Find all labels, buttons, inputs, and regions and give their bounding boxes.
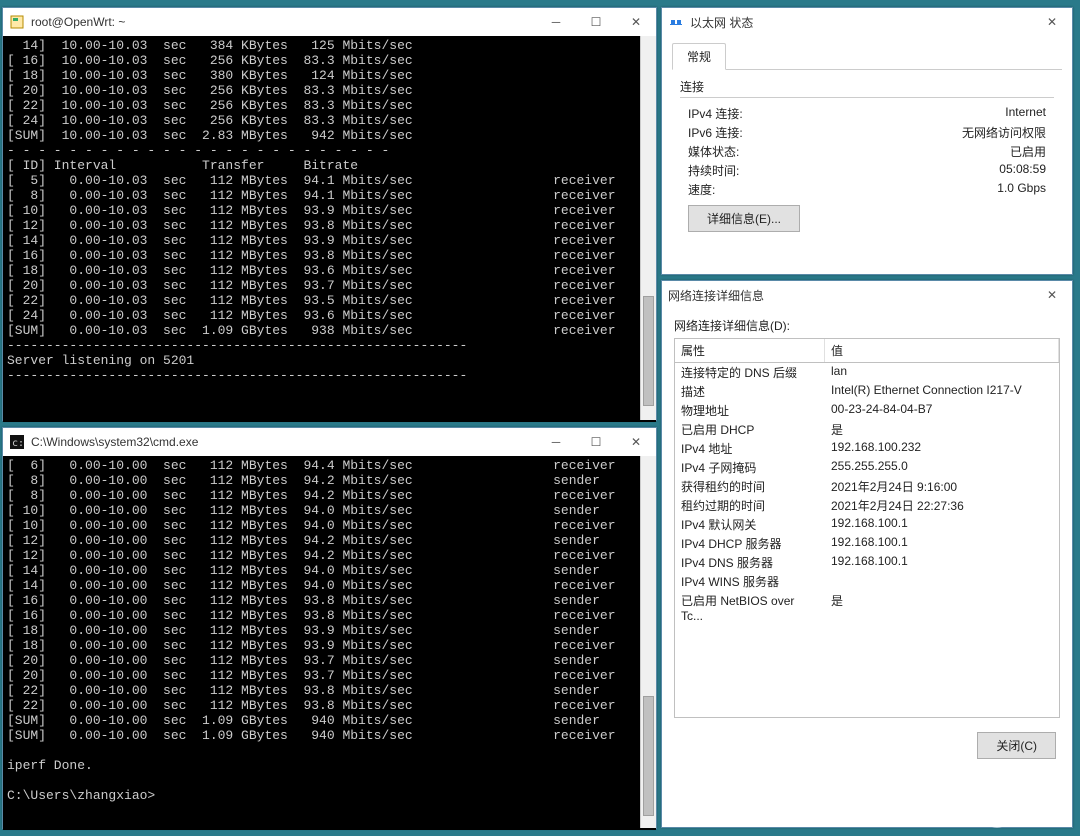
- status-row: IPv4 连接: Internet: [680, 104, 1054, 123]
- scroll-thumb[interactable]: [643, 296, 654, 406]
- table-header: 属性 值: [675, 339, 1059, 363]
- putty-title: root@OpenWrt: ~: [31, 15, 536, 29]
- status-row: 持续时间: 05:08:59: [680, 161, 1054, 180]
- cell-value: 192.168.100.232: [825, 440, 1059, 457]
- table-row[interactable]: IPv4 DNS 服务器192.168.100.1: [675, 553, 1059, 572]
- cell-property: IPv4 DNS 服务器: [675, 554, 825, 571]
- eth-titlebar[interactable]: 以太网 状态 ✕: [662, 8, 1072, 36]
- details-titlebar[interactable]: 网络连接详细信息 ✕: [662, 281, 1072, 309]
- putty-titlebar[interactable]: root@OpenWrt: ~ ─ ☐ ✕: [3, 8, 656, 36]
- cell-property: 连接特定的 DNS 后缀: [675, 364, 825, 381]
- watermark-icon: 值: [983, 800, 1011, 828]
- cmd-icon: c:\: [9, 434, 25, 450]
- details-label: 网络连接详细信息(D):: [674, 317, 1060, 334]
- network-icon: [668, 14, 684, 30]
- ethernet-status-dialog: 以太网 状态 ✕ 常规 连接 IPv4 连接: Internet IPv6 连接: 无…: [661, 7, 1073, 275]
- svg-text:c:\: c:\: [12, 438, 24, 449]
- status-key: 持续时间:: [688, 162, 739, 179]
- details-table[interactable]: 属性 值 连接特定的 DNS 后缀lan描述Intel(R) Ethernet …: [674, 338, 1060, 718]
- table-row[interactable]: 物理地址00-23-24-84-04-B7: [675, 401, 1059, 420]
- network-details-dialog: 网络连接详细信息 ✕ 网络连接详细信息(D): 属性 值 连接特定的 DNS 后…: [661, 280, 1073, 828]
- watermark: 值 什么值得买: [983, 800, 1072, 828]
- cmd-titlebar[interactable]: c:\ C:\Windows\system32\cmd.exe ─ ☐ ✕: [3, 428, 656, 456]
- putty-icon: [9, 14, 25, 30]
- close-button[interactable]: ✕: [616, 8, 656, 36]
- cell-property: IPv4 DHCP 服务器: [675, 535, 825, 552]
- col-value[interactable]: 值: [825, 339, 1059, 362]
- putty-window: root@OpenWrt: ~ ─ ☐ ✕ 14] 10.00-10.03 se…: [2, 7, 657, 421]
- watermark-text: 什么值得买: [1017, 806, 1072, 822]
- table-row[interactable]: IPv4 WINS 服务器: [675, 572, 1059, 591]
- table-row[interactable]: 描述Intel(R) Ethernet Connection I217-V: [675, 382, 1059, 401]
- cell-value: 192.168.100.1: [825, 535, 1059, 552]
- eth-title: 以太网 状态: [690, 14, 1032, 31]
- status-key: IPv4 连接:: [688, 105, 743, 122]
- cell-value: 是: [825, 421, 1059, 438]
- cell-property: IPv4 地址: [675, 440, 825, 457]
- maximize-button[interactable]: ☐: [576, 8, 616, 36]
- cmd-title: C:\Windows\system32\cmd.exe: [31, 435, 536, 449]
- status-value: 已启用: [1010, 143, 1046, 160]
- cell-property: 已启用 NetBIOS over Tc...: [675, 592, 825, 623]
- table-row[interactable]: 已启用 NetBIOS over Tc...是: [675, 591, 1059, 624]
- cell-property: IPv4 子网掩码: [675, 459, 825, 476]
- status-value: 无网络访问权限: [962, 124, 1046, 141]
- cell-value: 2021年2月24日 9:16:00: [825, 478, 1059, 495]
- cell-value: 192.168.100.1: [825, 516, 1059, 533]
- section-connection: 连接: [680, 78, 1054, 98]
- tab-general[interactable]: 常规: [672, 43, 726, 70]
- details-title: 网络连接详细信息: [668, 287, 1032, 304]
- table-row[interactable]: 连接特定的 DNS 后缀lan: [675, 363, 1059, 382]
- scrollbar[interactable]: [640, 36, 656, 420]
- cmd-terminal[interactable]: [ 6] 0.00-10.00 sec 112 MBytes 94.4 Mbit…: [3, 456, 656, 830]
- cell-property: IPv4 WINS 服务器: [675, 573, 825, 590]
- table-row[interactable]: 租约过期的时间2021年2月24日 22:27:36: [675, 496, 1059, 515]
- cell-value: Intel(R) Ethernet Connection I217-V: [825, 383, 1059, 400]
- cell-value: 255.255.255.0: [825, 459, 1059, 476]
- close-dialog-button[interactable]: 关闭(C): [977, 732, 1056, 759]
- close-button[interactable]: ✕: [1032, 8, 1072, 36]
- minimize-button[interactable]: ─: [536, 428, 576, 456]
- status-row: 速度: 1.0 Gbps: [680, 180, 1054, 199]
- table-row[interactable]: IPv4 子网掩码255.255.255.0: [675, 458, 1059, 477]
- scrollbar[interactable]: [640, 456, 656, 828]
- cell-value: lan: [825, 364, 1059, 381]
- status-row: 媒体状态: 已启用: [680, 142, 1054, 161]
- col-property[interactable]: 属性: [675, 339, 825, 362]
- details-button[interactable]: 详细信息(E)...: [688, 205, 800, 232]
- minimize-button[interactable]: ─: [536, 8, 576, 36]
- status-value: 05:08:59: [999, 162, 1046, 179]
- table-row[interactable]: 已启用 DHCP是: [675, 420, 1059, 439]
- cmd-window: c:\ C:\Windows\system32\cmd.exe ─ ☐ ✕ [ …: [2, 427, 657, 829]
- status-key: 媒体状态:: [688, 143, 739, 160]
- table-row[interactable]: IPv4 默认网关192.168.100.1: [675, 515, 1059, 534]
- cell-property: 物理地址: [675, 402, 825, 419]
- table-row[interactable]: IPv4 DHCP 服务器192.168.100.1: [675, 534, 1059, 553]
- putty-terminal[interactable]: 14] 10.00-10.03 sec 384 KBytes 125 Mbits…: [3, 36, 656, 422]
- cell-value: 192.168.100.1: [825, 554, 1059, 571]
- status-row: IPv6 连接: 无网络访问权限: [680, 123, 1054, 142]
- status-value: 1.0 Gbps: [997, 181, 1046, 198]
- scroll-thumb[interactable]: [643, 696, 654, 816]
- table-row[interactable]: 获得租约的时间2021年2月24日 9:16:00: [675, 477, 1059, 496]
- close-button[interactable]: ✕: [616, 428, 656, 456]
- tab-strip: 常规: [672, 42, 1062, 70]
- cell-property: 描述: [675, 383, 825, 400]
- maximize-button[interactable]: ☐: [576, 428, 616, 456]
- cell-property: 已启用 DHCP: [675, 421, 825, 438]
- cell-value: [825, 573, 1059, 590]
- cell-property: 获得租约的时间: [675, 478, 825, 495]
- status-value: Internet: [1005, 105, 1046, 122]
- cell-value: 00-23-24-84-04-B7: [825, 402, 1059, 419]
- close-button[interactable]: ✕: [1032, 281, 1072, 309]
- cell-property: 租约过期的时间: [675, 497, 825, 514]
- status-key: IPv6 连接:: [688, 124, 743, 141]
- cell-property: IPv4 默认网关: [675, 516, 825, 533]
- cell-value: 是: [825, 592, 1059, 623]
- cell-value: 2021年2月24日 22:27:36: [825, 497, 1059, 514]
- status-key: 速度:: [688, 181, 715, 198]
- table-row[interactable]: IPv4 地址192.168.100.232: [675, 439, 1059, 458]
